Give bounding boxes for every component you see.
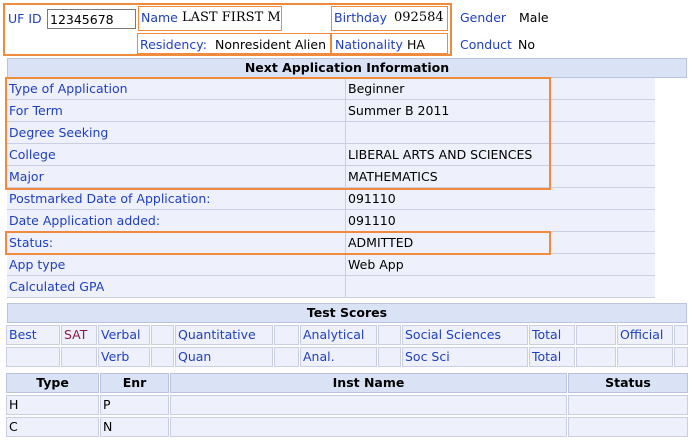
app-row-value: Web App xyxy=(348,257,404,272)
residency-value: Nonresident Alien xyxy=(215,37,326,52)
app-row-value: MATHEMATICS xyxy=(348,169,438,184)
gender-value: Male xyxy=(519,10,549,25)
application-section-header: Next Application Information xyxy=(7,58,687,78)
app-row-value: 091110 xyxy=(348,191,396,206)
app-row-value: Beginner xyxy=(348,81,405,96)
name-label: Name xyxy=(141,10,178,25)
inst-cell-name xyxy=(170,417,567,437)
test-sat-value xyxy=(61,347,97,367)
app-row-label: College xyxy=(9,147,56,162)
test-scores-section-header: Test Scores xyxy=(7,303,687,323)
test-total2-value xyxy=(576,347,616,367)
test-quantitative-label: Quantitative xyxy=(175,325,273,345)
inst-cell-type: C xyxy=(6,417,99,437)
inst-cell-status xyxy=(568,395,688,415)
app-row-term: For Term Summer B 2011 xyxy=(7,100,655,122)
test-official2-value xyxy=(674,347,688,367)
test-best-value xyxy=(6,347,60,367)
gender-label: Gender xyxy=(460,10,507,25)
test-verbal-label: Verbal xyxy=(98,325,150,345)
inst-cell-status xyxy=(568,417,688,437)
app-row-value: LIBERAL ARTS AND SCIENCES xyxy=(348,147,533,162)
nationality-label: Nationality xyxy=(335,37,403,52)
inst-cell-enr: P xyxy=(100,395,169,415)
test-quan-value xyxy=(274,347,299,367)
birthday-label: Birthday xyxy=(334,10,388,25)
name-value: LAST FIRST M xyxy=(182,10,281,25)
test-quantitative-value xyxy=(274,325,299,345)
app-row-label: Degree Seeking xyxy=(9,125,109,140)
inst-header-name: Inst Name xyxy=(170,373,567,393)
row-divider xyxy=(345,188,346,209)
inst-cell-type: H xyxy=(6,395,99,415)
row-divider xyxy=(345,144,346,165)
app-row-degree: Degree Seeking xyxy=(7,122,655,144)
test-total-label: Total xyxy=(529,325,575,345)
row-divider xyxy=(345,254,346,275)
row-divider xyxy=(345,166,346,187)
ufid-input[interactable] xyxy=(47,9,136,29)
app-row-label: Calculated GPA xyxy=(9,279,105,294)
test-anal-value xyxy=(378,347,401,367)
test-official-value xyxy=(674,325,688,345)
test-analytical-label: Analytical xyxy=(300,325,377,345)
test-total2-label: Total xyxy=(529,347,575,367)
birthday-value: 092584 xyxy=(394,10,444,25)
row-divider xyxy=(345,210,346,231)
test-total-value xyxy=(576,325,616,345)
inst-cell-name xyxy=(170,395,567,415)
app-row-date-added: Date Application added: 091110 xyxy=(7,210,655,232)
test-soc-sci-label: Soc Sci xyxy=(402,347,528,367)
test-verb-label: Verb xyxy=(98,347,150,367)
inst-header-enr: Enr xyxy=(100,373,169,393)
app-row-label: Major xyxy=(9,169,44,184)
row-divider xyxy=(345,122,346,143)
row-divider xyxy=(345,276,346,297)
app-row-status: Status: ADMITTED xyxy=(7,232,655,254)
row-divider xyxy=(345,232,346,253)
test-official-label: Official xyxy=(617,325,673,345)
inst-header-status: Status xyxy=(568,373,688,393)
test-sat: SAT xyxy=(61,325,97,345)
test-official2-label xyxy=(617,347,673,367)
app-row-label: Status: xyxy=(9,235,54,250)
app-row-value: ADMITTED xyxy=(348,235,414,250)
ufid-label: UF ID xyxy=(8,11,42,26)
test-verb-value xyxy=(151,347,174,367)
app-row-major: Major MATHEMATICS xyxy=(7,166,655,188)
conduct-value: No xyxy=(518,37,535,52)
app-row-label: For Term xyxy=(9,103,63,118)
test-best[interactable]: Best xyxy=(6,325,60,345)
test-quan-label: Quan xyxy=(175,347,273,367)
nationality-value: HA xyxy=(407,37,425,52)
test-analytical-value xyxy=(378,325,401,345)
row-divider xyxy=(345,100,346,121)
app-row-value: Summer B 2011 xyxy=(348,103,450,118)
app-row-label: Date Application added: xyxy=(9,213,161,228)
app-row-value: 091110 xyxy=(348,213,396,228)
test-verbal-value xyxy=(151,325,174,345)
test-anal-label: Anal. xyxy=(300,347,377,367)
app-row-gpa: Calculated GPA xyxy=(7,276,655,298)
app-row-app-type: App type Web App xyxy=(7,254,655,276)
test-social-sciences-label: Social Sciences xyxy=(402,325,528,345)
app-row-type: Type of Application Beginner xyxy=(7,78,655,100)
app-row-label: Type of Application xyxy=(9,81,128,96)
residency-label: Residency: xyxy=(140,37,207,52)
inst-header-type: Type xyxy=(6,373,99,393)
app-row-postmarked: Postmarked Date of Application: 091110 xyxy=(7,188,655,210)
row-divider xyxy=(345,78,346,99)
inst-cell-enr: N xyxy=(100,417,169,437)
app-row-college: College LIBERAL ARTS AND SCIENCES xyxy=(7,144,655,166)
conduct-label: Conduct xyxy=(460,37,512,52)
app-row-label: Postmarked Date of Application: xyxy=(9,191,211,206)
app-row-label: App type xyxy=(9,257,66,272)
